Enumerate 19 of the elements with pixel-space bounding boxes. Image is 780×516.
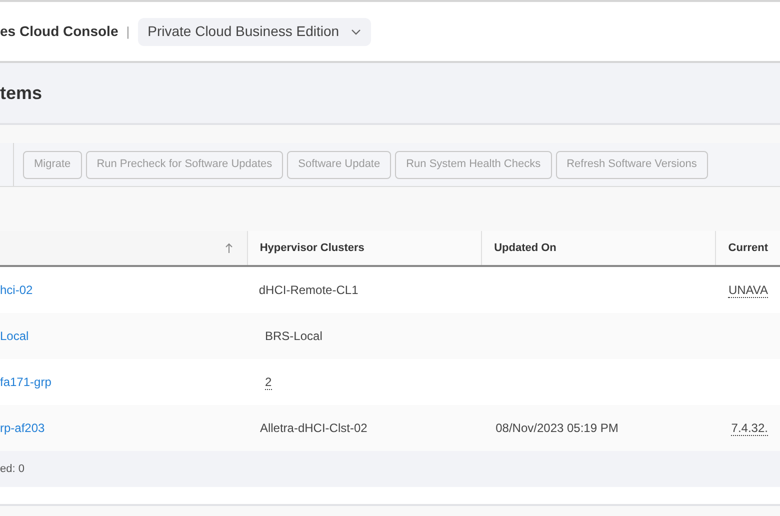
table-cell: 08/Nov/2023 05:19 PM <box>496 421 618 435</box>
chevron-down-icon <box>351 28 362 34</box>
table-footer-count: ed: 0 <box>0 462 24 477</box>
table-cell: 7.4.32. <box>731 421 768 436</box>
system-name-link[interactable]: fa171-grp <box>0 375 52 389</box>
app-title: es Cloud Console <box>0 22 118 41</box>
table-cell: UNAVA <box>728 283 768 298</box>
column-header[interactable]: Updated On <box>494 240 556 256</box>
table-cell: 2 <box>265 375 272 390</box>
table-cell: dHCI-Remote-CL1 <box>258 283 358 297</box>
system-name-link[interactable]: Local <box>0 329 29 343</box>
title-separator: | <box>126 22 130 41</box>
system-name-link[interactable]: hci-02 <box>0 283 33 297</box>
table-cell: Alletra-dHCI-Clst-02 <box>260 421 368 435</box>
edition-select[interactable]: Private Cloud Business Edition <box>138 18 372 46</box>
system-name-link[interactable]: rp-af203 <box>0 421 45 435</box>
table-cell: BRS-Local <box>265 329 322 343</box>
sort-arrow-icon[interactable] <box>224 243 233 253</box>
page-title: tems <box>0 82 42 104</box>
